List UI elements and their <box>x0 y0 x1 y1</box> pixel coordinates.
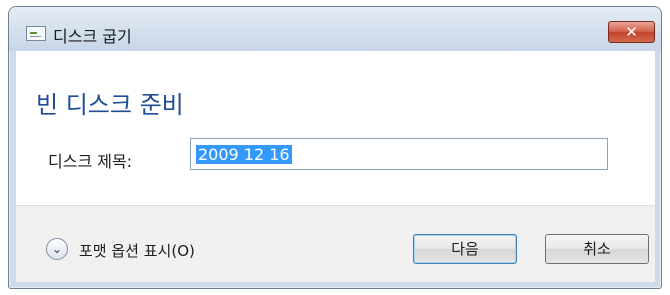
close-button[interactable]: ✕ <box>608 21 655 43</box>
dialog-content: 빈 디스크 준비 디스크 제목: 2009 12 16 <box>16 51 655 205</box>
disc-title-label: 디스크 제목: <box>48 152 133 171</box>
chevron-down-icon: ⌄ <box>51 242 63 256</box>
next-button[interactable]: 다음 <box>413 234 517 264</box>
burn-disc-icon <box>26 26 46 41</box>
cancel-button[interactable]: 취소 <box>545 234 649 264</box>
page-title: 빈 디스크 준비 <box>36 91 184 119</box>
show-format-options-label[interactable]: 포맷 옵션 표시(O) <box>79 240 195 261</box>
disc-title-input[interactable]: 2009 12 16 <box>190 138 608 170</box>
window-title: 디스크 굽기 <box>53 27 132 46</box>
burn-disc-dialog: 디스크 굽기 ✕ 빈 디스크 준비 디스크 제목: 2009 12 16 ⌄ 포… <box>8 6 662 289</box>
dialog-footer: ⌄ 포맷 옵션 표시(O) 다음 취소 <box>16 205 655 282</box>
close-icon: ✕ <box>625 23 638 41</box>
show-format-options-toggle[interactable]: ⌄ <box>46 238 68 260</box>
title-bar[interactable]: 디스크 굽기 ✕ <box>9 7 661 51</box>
disc-title-value: 2009 12 16 <box>196 145 292 164</box>
